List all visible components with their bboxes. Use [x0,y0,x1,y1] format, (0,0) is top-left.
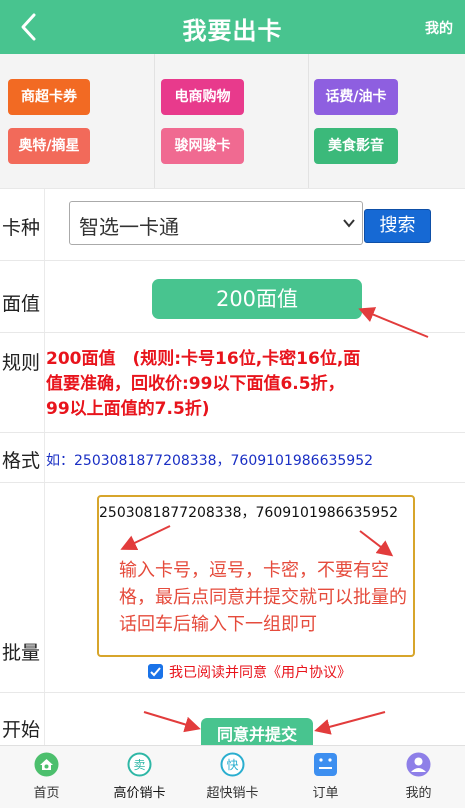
category-label: 美食影音 [328,138,384,154]
category-button-meishi[interactable]: 美食影音 [314,128,398,164]
category-button-dianshang[interactable]: 电商购物 [161,79,244,115]
rule-text: 200面值 (规则:卡号16位,卡密16位,面值要准确，回收价:99以下面值6.… [46,349,361,419]
card-type-select[interactable]: 智选一卡通 [69,201,363,245]
category-button-junwang[interactable]: 骏网骏卡 [161,128,244,164]
header-my-link[interactable]: 我的 [425,18,453,38]
card-type-value: 智选一卡通 [79,215,179,239]
category-label: 电商购物 [174,89,231,105]
category-button-aote[interactable]: 奥特/摘星 [8,128,90,164]
checkbox-checked-icon[interactable] [148,664,163,679]
batch-textarea[interactable]: 2503081877208338，7609101986635952 输入卡号，逗… [97,495,415,657]
start-label: 开始 [2,719,41,741]
tab-label: 超快销卡 [206,786,259,801]
tab-label: 我的 [405,786,432,801]
batch-label: 批量 [2,642,41,664]
bottom-tabbar: 首页 卖 高价销卡 快 超快销卡 订单 我的 [0,745,465,808]
app-page: 我要出卡 我的 商超卡券 电商购物 话费/油卡 奥特/摘星 骏网骏卡 美食影音 … [0,0,465,808]
category-button-huafei[interactable]: 话费/油卡 [314,79,398,115]
category-label: 骏网骏卡 [174,138,231,154]
format-label: 格式 [2,450,41,472]
svg-text:快: 快 [226,758,238,772]
tab-mine[interactable]: 我的 [372,746,465,808]
chevron-down-icon [343,219,355,228]
value-label: 面值 [2,293,41,315]
order-icon [314,753,337,776]
batch-value: 2503081877208338，7609101986635952 [99,505,399,521]
face-value-button[interactable]: 200面值 [152,279,362,319]
divider [154,54,155,188]
search-button[interactable]: 搜索 [364,209,431,243]
agree-text[interactable]: 我已阅读并同意《用户协议》 [169,662,351,682]
tab-high-price-sell[interactable]: 卖 高价销卡 [93,746,186,808]
tab-fast-sell[interactable]: 快 超快销卡 [186,746,279,808]
card-type-label: 卡种 [2,217,41,239]
svg-text:卖: 卖 [133,758,145,772]
category-label: 商超卡券 [21,89,77,105]
rule-label: 规则 [2,352,41,374]
tab-label: 高价销卡 [113,786,166,801]
tab-label: 首页 [33,786,60,801]
sell-icon: 卖 [127,752,152,777]
divider [308,54,309,188]
home-icon [34,752,59,777]
tab-orders[interactable]: 订单 [279,746,372,808]
category-button-shangchao[interactable]: 商超卡券 [8,79,90,115]
category-panel: 商超卡券 电商购物 话费/油卡 奥特/摘星 骏网骏卡 美食影音 [0,54,465,188]
fast-icon: 快 [220,752,245,777]
category-label: 话费/油卡 [325,89,387,105]
tab-label: 订单 [312,786,339,801]
category-label: 奥特/摘星 [18,138,80,154]
format-example: 如：2503081877208338，7609101986635952 [46,453,374,469]
batch-hint: 输入卡号，逗号，卡密，不要有空格，最后点同意并提交就可以批量的话回车后输入下一组… [119,560,407,635]
top-header: 我要出卡 我的 [0,0,465,54]
page-title: 我要出卡 [182,17,283,45]
tab-home[interactable]: 首页 [0,746,93,808]
user-icon [406,752,431,777]
